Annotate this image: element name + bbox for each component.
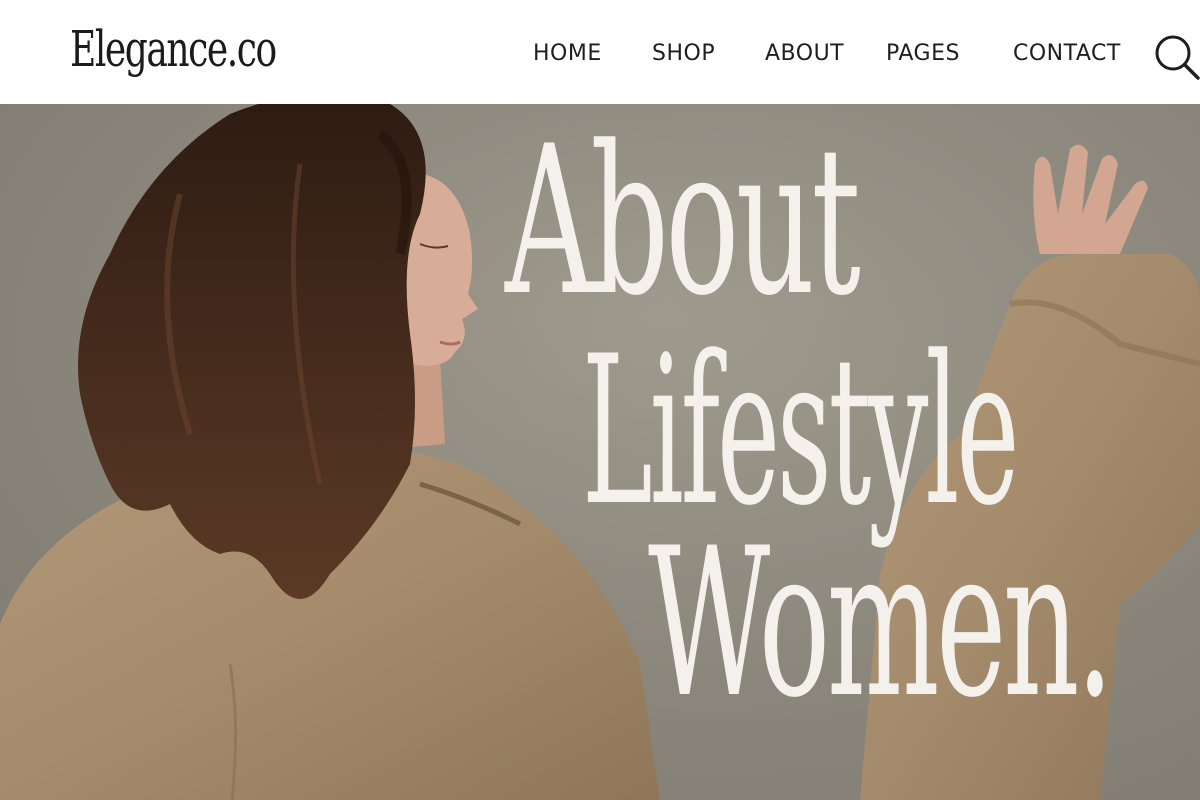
hero-section: About Lifestyle Women. xyxy=(0,104,1200,800)
site-logo[interactable]: Elegance.co xyxy=(70,14,277,84)
hero-photo xyxy=(0,104,1200,800)
nav-about-link[interactable]: ABOUT xyxy=(765,39,844,69)
nav-home-link[interactable]: HOME xyxy=(533,39,602,69)
site-header: Elegance.co HOME SHOP ABOUT PAGES CONTAC… xyxy=(0,0,1200,104)
nav-pages-link[interactable]: PAGES xyxy=(886,39,960,69)
search-icon[interactable] xyxy=(1152,32,1200,80)
nav-shop-link[interactable]: SHOP xyxy=(652,39,715,69)
nav-contact-link[interactable]: CONTACT xyxy=(1013,39,1121,69)
